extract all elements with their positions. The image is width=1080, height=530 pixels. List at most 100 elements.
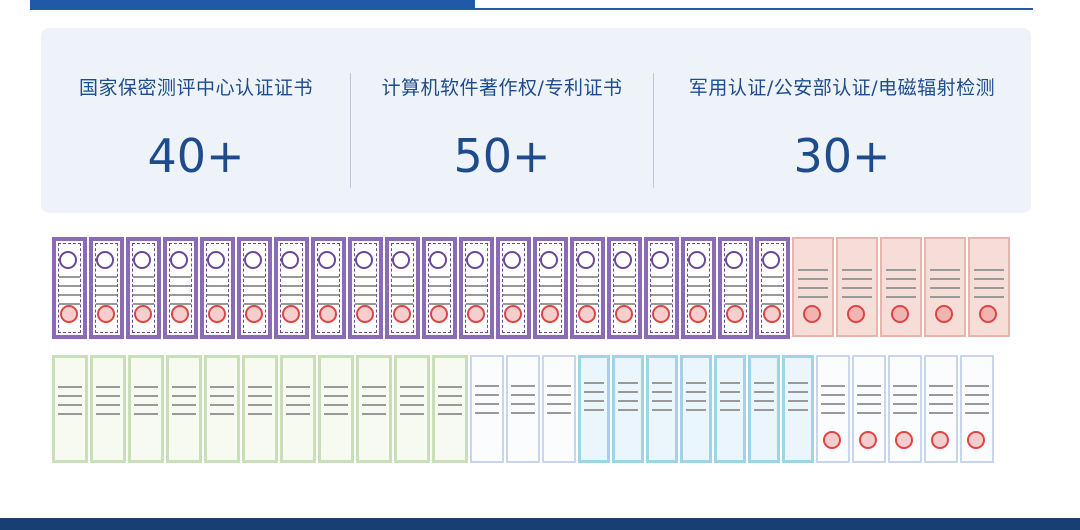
certificate-text-line [929, 269, 961, 271]
stat-value: 50+ [453, 129, 551, 183]
certificate-text-line [502, 276, 525, 278]
certificate-text-line [465, 276, 488, 278]
certificate-text-line [95, 294, 118, 296]
certificate-text-line [206, 285, 229, 287]
certificate-text-line [286, 386, 310, 388]
certificate-row-2 [52, 355, 996, 463]
certificate-text-line [286, 413, 310, 415]
certificate-text-line [821, 412, 845, 414]
certificate-text-line [885, 287, 917, 289]
certificate-text-line [687, 294, 710, 296]
certificate-thumbnail [356, 355, 392, 463]
certificate-text-line [438, 386, 462, 388]
certificate-stamp [207, 305, 226, 323]
certificate-text-line [391, 276, 414, 278]
certificate-text-line [243, 276, 266, 278]
certificate-stamp [614, 305, 633, 323]
certificate-thumbnail [968, 237, 1010, 337]
certificate-thumbnail [394, 355, 430, 463]
certificate-text-line [893, 412, 917, 414]
certificate-stamp [859, 431, 877, 449]
certificate-stamp [725, 305, 744, 323]
certificate-emblem [281, 251, 299, 269]
certificate-row-1 [52, 237, 1012, 339]
certificate-thumbnail [748, 355, 780, 463]
certificate-text-line [280, 285, 303, 287]
certificate-text-line [617, 409, 639, 411]
certificate-text-line [428, 276, 451, 278]
certificate-text-line [724, 285, 747, 287]
certificate-text-line [973, 278, 1005, 280]
certificate-text-line [576, 276, 599, 278]
certificate-text-line [761, 285, 784, 287]
certificate-text-line [885, 278, 917, 280]
certificate-text-line [96, 404, 120, 406]
certificate-thumbnail [782, 355, 814, 463]
certificate-text-line [857, 394, 881, 396]
certificate-text-line [95, 285, 118, 287]
certificate-text-line [354, 285, 377, 287]
certificate-text-line [475, 403, 499, 405]
certificate-thumbnail [470, 355, 504, 463]
certificate-text-line [651, 382, 673, 384]
certificate-stamp [170, 305, 189, 323]
certificate-emblem [392, 251, 410, 269]
certificate-emblem [96, 251, 114, 269]
certificate-text-line [475, 394, 499, 396]
certificate-text-line [243, 285, 266, 287]
certificate-thumbnail [90, 355, 126, 463]
certificate-thumbnail [459, 237, 494, 339]
certificate-text-line [821, 403, 845, 405]
certificate-text-line [465, 285, 488, 287]
certificate-text-line [753, 382, 775, 384]
certificate-text-line [787, 391, 809, 393]
certificate-stamp [59, 305, 78, 323]
certificate-text-line [354, 276, 377, 278]
certificate-stamp [392, 305, 411, 323]
certificate-text-line [511, 412, 535, 414]
certificate-text-line [893, 403, 917, 405]
certificate-text-line [206, 276, 229, 278]
certificate-text-line [428, 285, 451, 287]
certificate-thumbnail [578, 355, 610, 463]
certificate-text-line [317, 294, 340, 296]
certificate-text-line [651, 409, 673, 411]
certificate-text-line [724, 294, 747, 296]
certificate-thumbnail [200, 237, 235, 339]
certificate-text-line [428, 294, 451, 296]
certificate-text-line [583, 400, 605, 402]
stat-security-certificates: 国家保密测评中心认证证书 40+ [41, 28, 351, 213]
certificate-text-line [243, 294, 266, 296]
certificate-thumbnail [888, 355, 922, 463]
certificate-stamp [891, 305, 909, 323]
certificate-text-line [797, 287, 829, 289]
certificate-text-line [539, 285, 562, 287]
stat-label: 国家保密测评中心认证证书 [78, 77, 313, 99]
certificate-thumbnail [126, 237, 161, 339]
certificate-text-line [511, 403, 535, 405]
certificate-text-line [797, 278, 829, 280]
certificate-text-line [400, 386, 424, 388]
certificate-text-line [438, 413, 462, 415]
stat-value: 40+ [147, 129, 245, 183]
certificate-text-line [134, 404, 158, 406]
certificate-text-line [761, 294, 784, 296]
certificate-stamp [967, 431, 985, 449]
certificate-text-line [511, 385, 535, 387]
certificate-text-line [248, 413, 272, 415]
certificate-text-line [821, 385, 845, 387]
certificate-text-line [547, 394, 571, 396]
certificate-stamp [935, 305, 953, 323]
certificate-text-line [134, 413, 158, 415]
certificate-thumbnail [836, 237, 878, 337]
certificate-thumbnail [242, 355, 278, 463]
certificate-text-line [797, 269, 829, 271]
certificate-thumbnail [644, 237, 679, 339]
certificate-stamp [318, 305, 337, 323]
certificate-text-line [761, 276, 784, 278]
stat-label: 军用认证/公安部认证/电磁辐射检测 [688, 77, 996, 99]
certificate-text-line [885, 269, 917, 271]
certificate-text-line [324, 395, 348, 397]
certificate-text-line [617, 382, 639, 384]
certificate-thumbnail [163, 237, 198, 339]
